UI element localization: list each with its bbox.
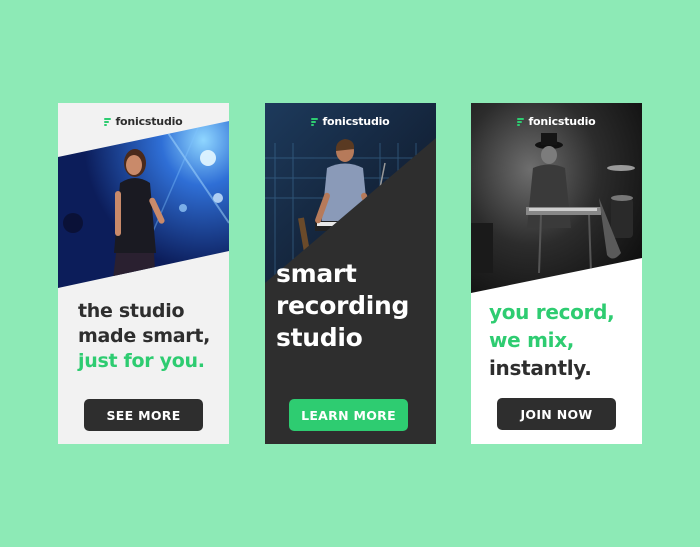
join-now-button[interactable]: JOIN NOW xyxy=(497,398,616,430)
headline-line-2: recording xyxy=(276,291,410,320)
headline-line-1: the studio xyxy=(78,300,185,322)
headline-line-3: studio xyxy=(276,323,363,352)
banner-you-record: fonicstudio you record, we mix, instantl… xyxy=(471,103,642,444)
logo-icon xyxy=(517,117,525,126)
headline-line-3: instantly. xyxy=(489,356,592,380)
headline-line-2: made smart, xyxy=(78,325,211,347)
brand-logo: fonicstudio xyxy=(265,115,436,128)
headline: the studio made smart, just for you. xyxy=(78,299,210,374)
headline: smart recording studio xyxy=(276,258,409,354)
band-stage-bw-photo xyxy=(471,103,642,293)
banner-smart-recording-studio: fonicstudio smart recording studio LEARN… xyxy=(265,103,436,444)
brand-logo: fonicstudio xyxy=(471,115,642,128)
keyboard-player-photo xyxy=(265,103,436,283)
learn-more-button[interactable]: LEARN MORE xyxy=(289,399,408,431)
logo-icon xyxy=(104,117,112,126)
brand-logo: fonicstudio xyxy=(58,115,229,128)
logo-text: fonicstudio xyxy=(322,115,390,128)
singer-on-stage-photo xyxy=(58,121,229,288)
headline-line-1: you record, xyxy=(489,300,615,324)
logo-icon xyxy=(311,117,319,126)
see-more-button[interactable]: SEE MORE xyxy=(84,399,203,431)
banner-the-studio: fonicstudio the studio made smart, just … xyxy=(58,103,229,444)
headline-line-1: smart xyxy=(276,259,357,288)
logo-text: fonicstudio xyxy=(528,115,596,128)
headline: you record, we mix, instantly. xyxy=(489,298,615,382)
headline-line-3: just for you. xyxy=(78,350,205,372)
logo-text: fonicstudio xyxy=(115,115,183,128)
headline-line-2: we mix, xyxy=(489,328,575,352)
